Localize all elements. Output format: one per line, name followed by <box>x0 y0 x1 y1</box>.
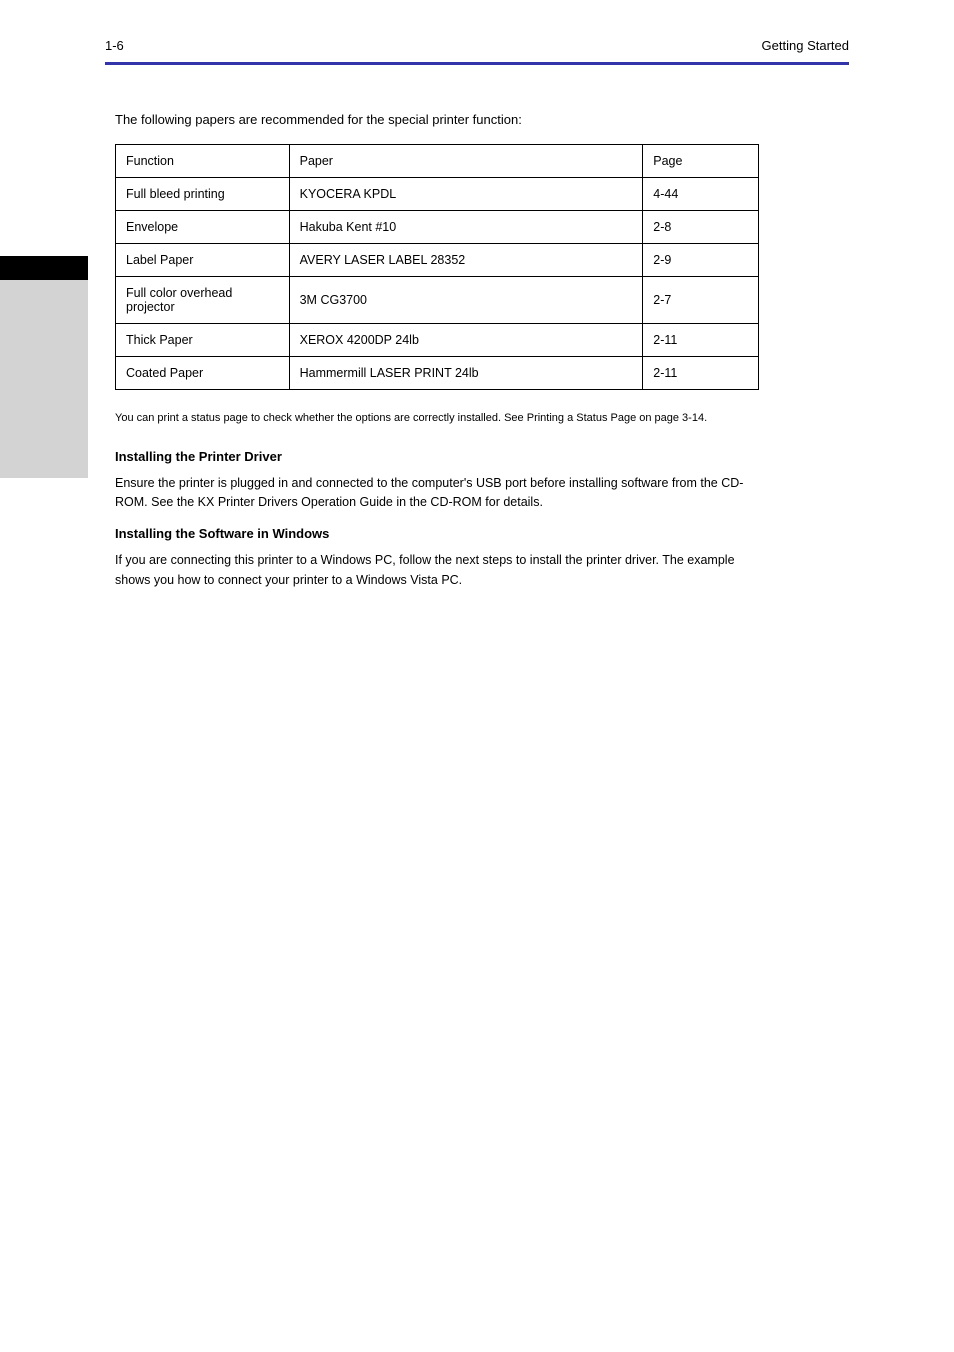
paper-table: Function Paper Page Full bleed printing … <box>115 144 759 390</box>
table-row: Envelope Hakuba Kent #10 2-8 <box>116 210 759 243</box>
section-heading: Installing the Software in Windows <box>115 526 759 541</box>
table-note: You can print a status page to check whe… <box>115 410 759 427</box>
th-function: Function <box>116 144 290 177</box>
header-rule <box>105 62 849 65</box>
cell-page: 2-7 <box>643 276 759 323</box>
page-content: The following papers are recommended for… <box>115 90 759 602</box>
table-row: Coated Paper Hammermill LASER PRINT 24lb… <box>116 356 759 389</box>
cell-function: Full color overhead projector <box>116 276 290 323</box>
cell-function: Label Paper <box>116 243 290 276</box>
page-header: 1-6 Getting Started <box>105 38 849 53</box>
cell-function: Envelope <box>116 210 290 243</box>
cell-paper: XEROX 4200DP 24lb <box>289 323 643 356</box>
cell-page: 2-8 <box>643 210 759 243</box>
section-body: If you are connecting this printer to a … <box>115 551 759 590</box>
section-body: Ensure the printer is plugged in and con… <box>115 474 759 513</box>
cell-page: 2-9 <box>643 243 759 276</box>
page-number: 1-6 <box>105 38 124 53</box>
cell-function: Coated Paper <box>116 356 290 389</box>
cell-paper: KYOCERA KPDL <box>289 177 643 210</box>
table-row: Thick Paper XEROX 4200DP 24lb 2-11 <box>116 323 759 356</box>
cell-page: 2-11 <box>643 323 759 356</box>
cell-paper: AVERY LASER LABEL 28352 <box>289 243 643 276</box>
th-paper: Paper <box>289 144 643 177</box>
cell-paper: Hakuba Kent #10 <box>289 210 643 243</box>
intro-text: The following papers are recommended for… <box>115 110 759 130</box>
cell-page: 2-11 <box>643 356 759 389</box>
chapter-title: Getting Started <box>762 38 849 53</box>
side-tab <box>0 256 88 478</box>
cell-function: Full bleed printing <box>116 177 290 210</box>
table-row: Full color overhead projector 3M CG3700 … <box>116 276 759 323</box>
table-header-row: Function Paper Page <box>116 144 759 177</box>
cell-paper: 3M CG3700 <box>289 276 643 323</box>
table-row: Label Paper AVERY LASER LABEL 28352 2-9 <box>116 243 759 276</box>
cell-paper: Hammermill LASER PRINT 24lb <box>289 356 643 389</box>
cell-page: 4-44 <box>643 177 759 210</box>
cell-function: Thick Paper <box>116 323 290 356</box>
table-row: Full bleed printing KYOCERA KPDL 4-44 <box>116 177 759 210</box>
section-heading: Installing the Printer Driver <box>115 449 759 464</box>
th-page: Page <box>643 144 759 177</box>
